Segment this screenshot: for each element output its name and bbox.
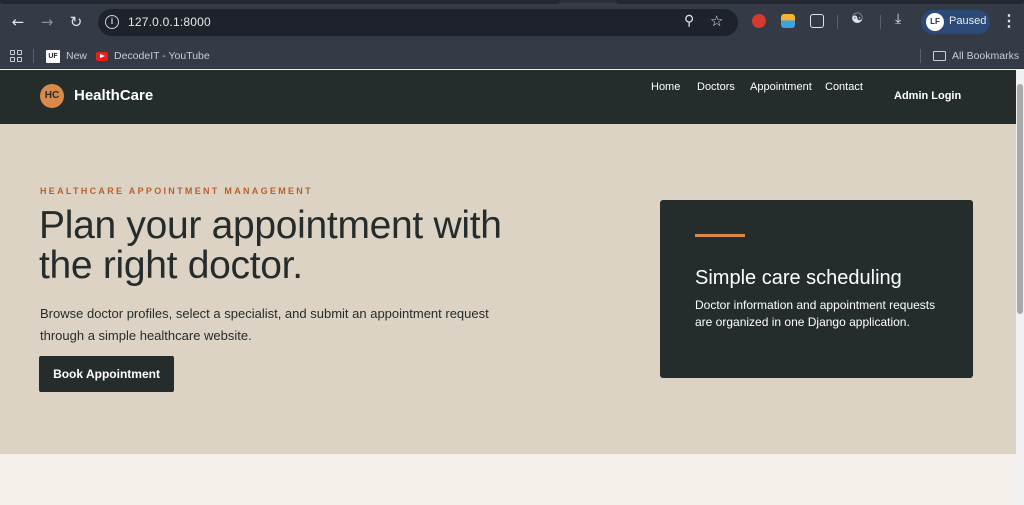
incognito-icon[interactable]: ☯ [851,11,864,27]
bookmarks-bar: UF New DecodeIT - YouTube All Bookmarks [0,44,1024,69]
apps-grid-icon[interactable] [10,50,22,62]
zoom-icon[interactable]: ⚲ [684,13,694,29]
reload-icon[interactable]: ↻ [65,11,87,33]
bookmark-youtube[interactable]: DecodeIT - YouTube [96,47,210,65]
address-bar[interactable]: i 127.0.0.1:8000 ⚲ ☆ [98,9,738,36]
scrollbar-thumb[interactable] [1017,84,1023,314]
bookmarks-divider [920,49,921,63]
hero-description: Browse doctor profiles, select a special… [40,306,489,343]
extensions-puzzle-icon[interactable] [810,14,824,28]
profile-status: Paused [949,15,987,27]
forward-arrow-icon[interactable]: → [36,11,58,33]
logo-badge[interactable]: HC [40,84,64,108]
site-info-icon[interactable]: i [105,15,119,29]
youtube-icon [96,51,108,61]
download-icon[interactable]: ⤓ [895,11,901,27]
card-title: Simple care scheduling [695,267,902,289]
hero-eyebrow: HEALTHCARE APPOINTMENT MANAGEMENT [40,186,313,196]
folder-icon [933,51,946,61]
bookmark-new[interactable]: UF New [46,47,87,65]
card-accent-line [695,234,745,237]
browser-toolbar: ← → ↻ i 127.0.0.1:8000 ⚲ ☆ ☯ ⤓ LF Paused… [0,0,1024,44]
bookmark-label: DecodeIT - YouTube [114,50,210,62]
hero-headline: Plan your appointment with the right doc… [39,204,502,287]
page-scrollbar[interactable] [1016,70,1024,505]
brand-name[interactable]: HealthCare [74,87,153,104]
nav-appointment[interactable]: Appointment [750,81,812,93]
extension-colorful-icon[interactable] [781,14,795,28]
nav-home[interactable]: Home [651,81,680,93]
book-appointment-button[interactable]: Book Appointment [39,356,174,392]
avatar: LF [926,13,944,31]
next-section [0,454,1016,505]
browser-tab[interactable] [0,0,560,4]
extension-red-icon[interactable] [752,14,766,28]
url-text[interactable]: 127.0.0.1:8000 [128,15,211,29]
profile-button[interactable]: LF Paused [921,10,990,34]
bookmark-star-icon[interactable]: ☆ [710,12,723,30]
admin-login-link[interactable]: Admin Login [894,90,961,102]
bookmark-label: New [66,50,88,62]
all-bookmarks-label: All Bookmarks [952,50,1020,62]
toolbar-divider [880,15,881,29]
back-arrow-icon[interactable]: ← [7,11,29,33]
toolbar-divider [837,15,838,29]
site-header: HC HealthCare Home Doctors Appointment C… [0,70,1016,124]
browser-tab[interactable] [616,0,1024,4]
hero-section: HEALTHCARE APPOINTMENT MANAGEMENT Plan y… [0,124,1016,454]
bookmarks-divider [33,49,34,63]
new-favicon-icon: UF [46,49,60,63]
all-bookmarks[interactable]: All Bookmarks [933,47,1019,65]
menu-kebab-icon[interactable]: ⋮ [1001,11,1017,31]
nav-contact[interactable]: Contact [825,81,863,93]
info-card: Simple care scheduling Doctor informatio… [660,200,973,378]
nav-doctors[interactable]: Doctors [697,81,735,93]
card-text: Doctor information and appointment reque… [695,298,936,329]
